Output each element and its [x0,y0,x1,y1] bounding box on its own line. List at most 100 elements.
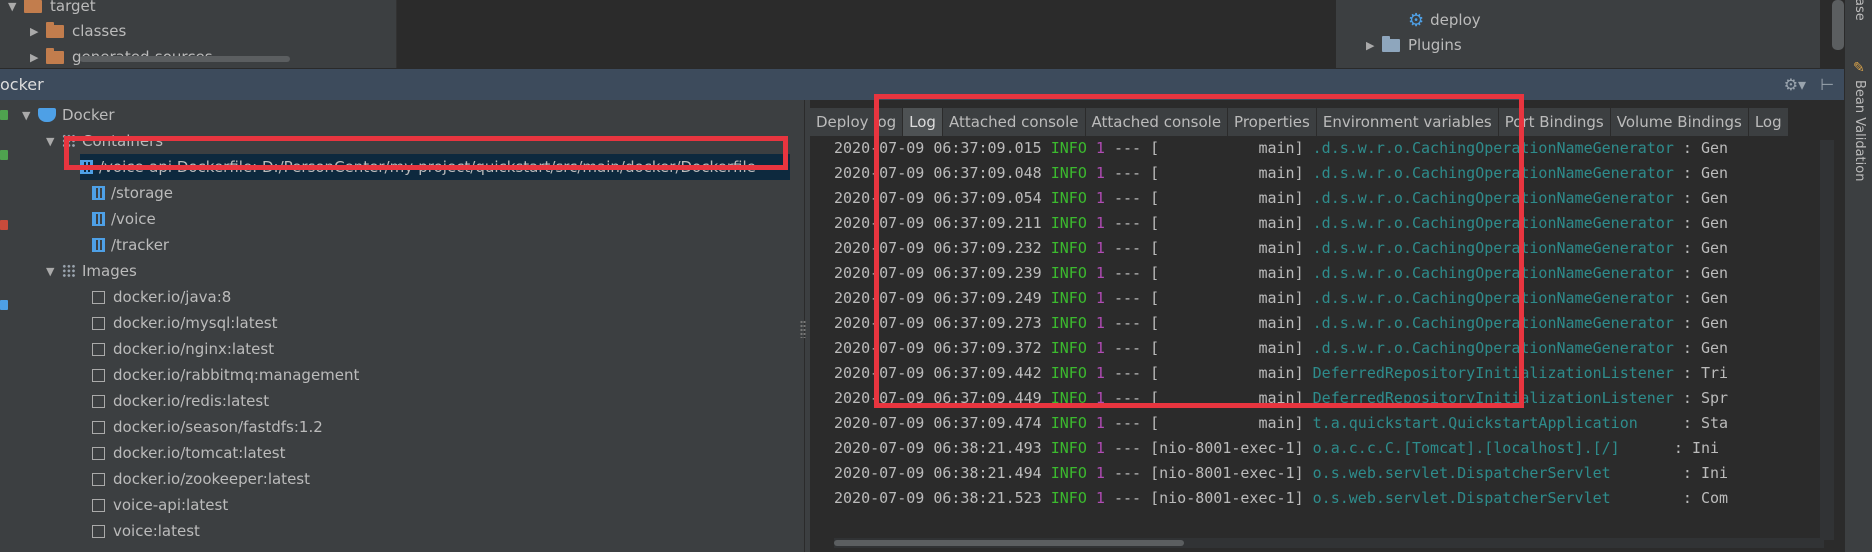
panel-header-icons: ⚙▾ ⊢ [1784,75,1834,94]
image-item[interactable]: voice-api:latest [92,492,228,518]
log-logger: o.s.web.servlet.DispatcherServlet [1312,489,1674,507]
log-logger: t.a.quickstart.QuickstartApplication [1312,414,1674,432]
log-message: : Gen [1682,214,1729,232]
log-line: 2020-07-09 06:37:09.474 INFO 1 --- [ mai… [834,411,1728,436]
tree-item-label: classes [72,22,127,40]
tree-item-deploy[interactable]: ⚙ deploy [1408,8,1481,32]
image-item[interactable]: docker.io/tomcat:latest [92,440,286,466]
run-icon[interactable] [0,110,8,120]
container-tracker[interactable]: /tracker [92,232,169,258]
image-icon [92,316,105,330]
tree-item-label: voice-api:latest [113,496,229,514]
image-icon [92,446,105,460]
tree-item-label: /tracker [111,236,170,254]
folder-icon [46,21,64,38]
log-timestamp: 2020-07-09 06:38:21.494 [834,464,1042,482]
horizontal-scrollbar[interactable] [834,538,1824,548]
log-message: : Gen [1682,264,1729,282]
docker-tree: ▼ Docker ▼ Containers /voice-api Dockerf… [12,100,804,552]
log-logger: o.a.c.c.C.[Tomcat].[localhost].[/] [1312,439,1665,457]
chevron-down-icon: ▼ [46,264,55,278]
minimize-icon[interactable]: ⊢ [1820,75,1834,94]
log-message: : Ini [1682,464,1729,482]
log-thread: [nio-8001-exec-1] [1150,464,1304,482]
gear-icon: ⚙ [1408,9,1425,31]
tree-item-label: docker.io/redis:latest [113,392,270,410]
log-level: INFO [1050,439,1087,457]
folder-icon [1382,35,1400,52]
chevron-down-icon: ▼ [8,0,17,13]
horizontal-scrollbar[interactable] [80,56,290,62]
container-icon [92,238,105,252]
log-level: INFO [1050,489,1087,507]
image-item[interactable]: docker.io/rabbitmq:management [92,362,359,388]
log-level: INFO [1050,464,1087,482]
log-thread: [nio-8001-exec-1] [1150,489,1304,507]
image-item[interactable]: docker.io/nginx:latest [92,336,274,362]
log-timestamp: 2020-07-09 06:37:09.474 [834,414,1042,432]
tree-item-label: docker.io/mysql:latest [113,314,278,332]
tab-volume-bindings[interactable]: Volume Bindings [1610,108,1749,136]
project-view-top: ▼ target ▶ classes ▶ generated-sources ⚙… [0,0,1820,68]
tree-item-target[interactable]: ▼ target [8,0,96,18]
tree-item-classes[interactable]: ▶ classes [30,19,126,43]
settings-icon[interactable]: ⚙▾ [1784,75,1806,94]
tree-item-images[interactable]: ▼ Images [46,258,137,284]
tree-item-label: /voice [111,210,156,228]
container-icon [92,186,105,200]
filter-icon[interactable] [0,300,8,310]
stop-icon[interactable] [0,220,8,230]
vertical-scrollbar[interactable] [1832,0,1844,50]
chevron-down-icon: ▼ [46,134,55,148]
log-line: 2020-07-09 06:38:21.523 INFO 1 --- [nio-… [834,486,1728,511]
tree-item-label: /storage [111,184,174,202]
maven-tree: ⚙ deploy ▶ Plugins [1336,0,1820,68]
deploy-icon[interactable] [0,150,8,160]
log-message: : Gen [1682,239,1729,257]
image-item[interactable]: docker.io/mysql:latest [92,310,278,336]
log-timestamp: 2020-07-09 06:38:21.493 [834,439,1042,457]
tab-log-2[interactable]: Log [1748,108,1789,136]
log-pid: 1 [1095,464,1105,482]
log-separator: --- [1113,439,1142,457]
vertical-scrollbar[interactable] [1820,140,1834,540]
image-item[interactable]: voice:latest [92,518,200,544]
log-panel: Deploy log Log Attached console Attached… [810,94,1844,552]
log-message: : Gen [1682,339,1729,357]
log-separator: --- [1113,464,1142,482]
panel-title: ocker [0,75,44,94]
image-item[interactable]: docker.io/season/fastdfs:1.2 [92,414,323,440]
tree-item-label: docker.io/rabbitmq:management [113,366,360,384]
image-item[interactable]: docker.io/zookeeper:latest [92,466,310,492]
image-item[interactable]: docker.io/java:8 [92,284,231,310]
container-icon [92,212,105,226]
tree-item-plugins[interactable]: ▶ Plugins [1366,33,1462,57]
image-icon [92,420,105,434]
database-tab[interactable]: ase [1852,0,1867,21]
chevron-right-icon: ▶ [30,50,39,64]
tree-item-label: docker.io/java:8 [113,288,232,306]
log-separator: --- [1113,489,1142,507]
docker-toolbar [0,100,12,552]
container-storage[interactable]: /storage [92,180,173,206]
bean-validation-tab[interactable]: Bean Validation [1852,80,1867,181]
tree-item-label: docker.io/season/fastdfs:1.2 [113,418,323,436]
splitter-grip-icon[interactable] [800,320,806,338]
chevron-down-icon: ▼ [22,108,31,122]
log-pid: 1 [1095,439,1105,457]
log-thread: [ main] [1150,414,1304,432]
image-icon [92,472,105,486]
image-icon [92,368,105,382]
tree-item-label: voice:latest [113,522,200,540]
image-item[interactable]: docker.io/redis:latest [92,388,269,414]
tree-item-docker[interactable]: ▼ Docker [22,102,115,128]
tree-item-label: Images [82,262,137,280]
scrollbar-thumb[interactable] [834,540,1184,546]
tree-item-label: target [50,0,96,15]
container-voice[interactable]: /voice [92,206,156,232]
log-message: : Gen [1682,189,1729,207]
log-message: : Gen [1682,289,1729,307]
chevron-right-icon: ▶ [30,24,39,38]
editor-area [396,0,1336,68]
image-icon [92,394,105,408]
